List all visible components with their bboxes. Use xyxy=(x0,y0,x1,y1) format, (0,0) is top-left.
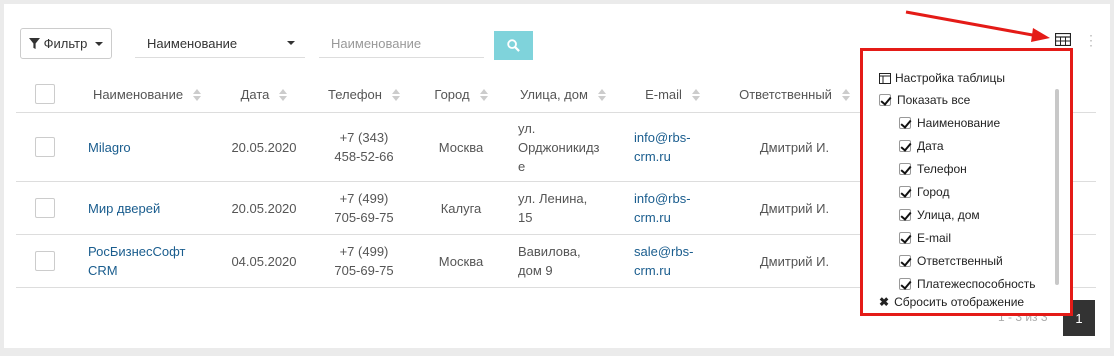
annotation-arrow xyxy=(905,10,1050,42)
